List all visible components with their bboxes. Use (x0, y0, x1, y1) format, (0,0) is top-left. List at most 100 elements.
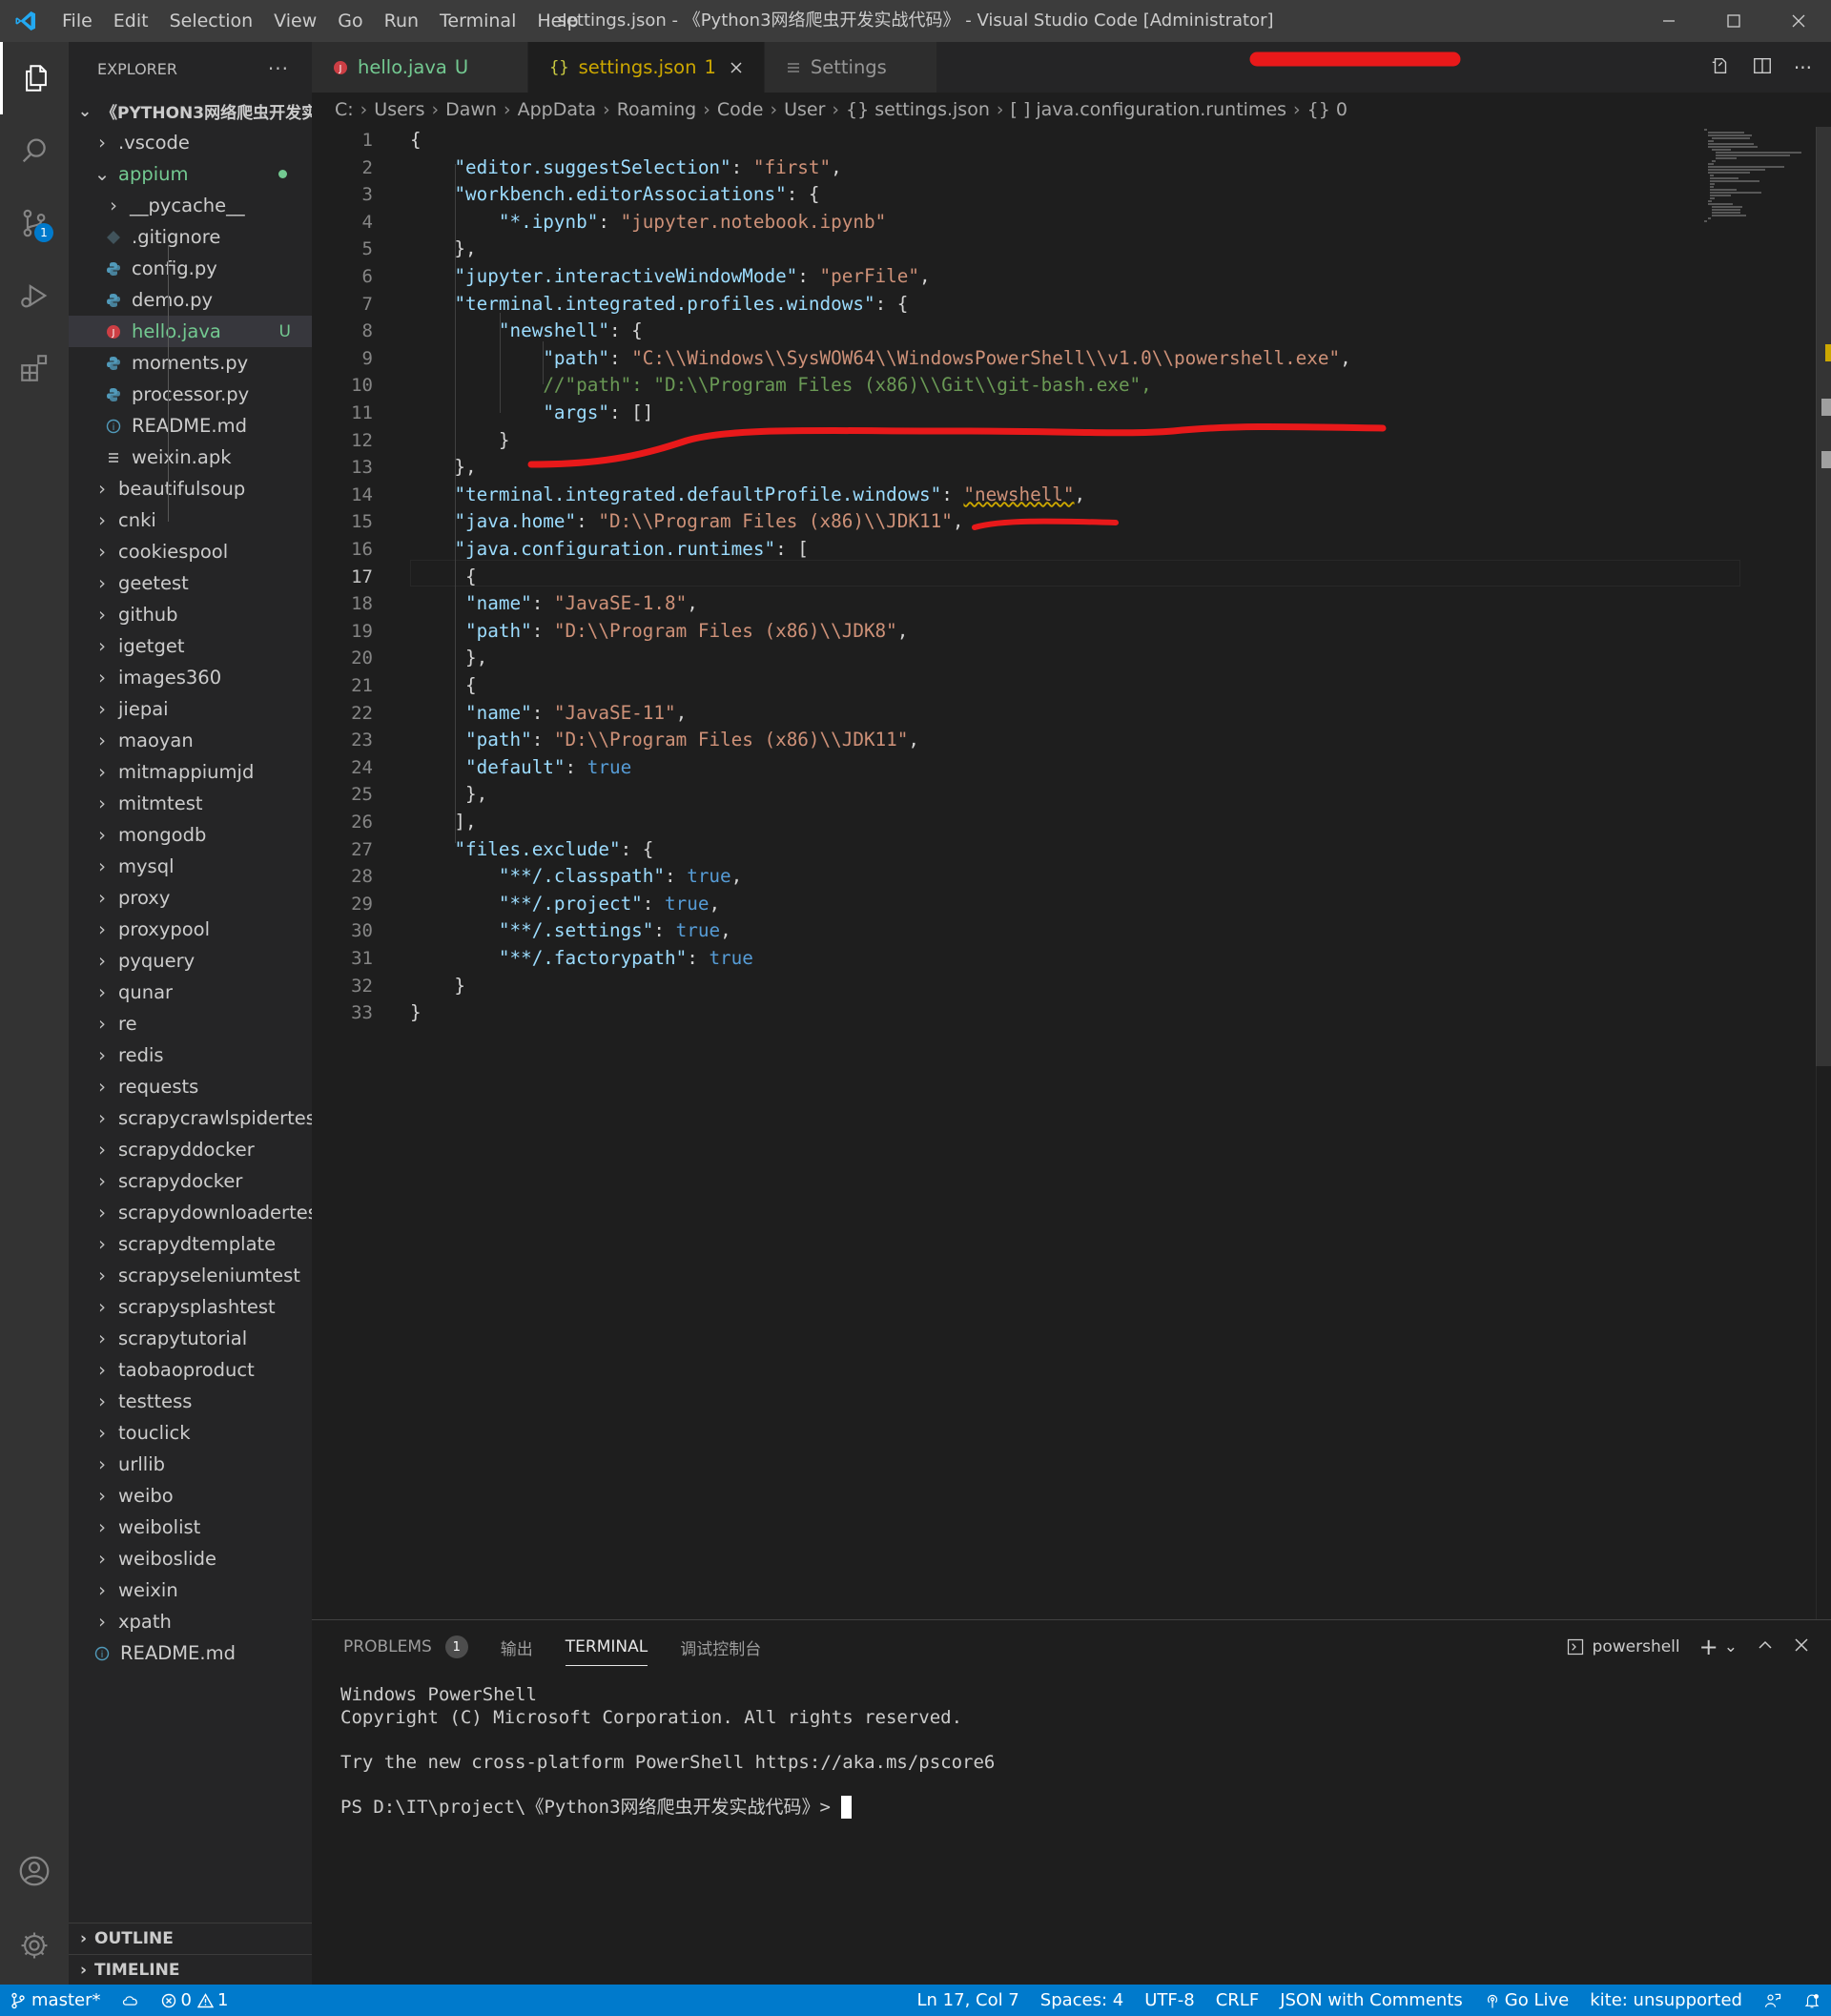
problems-indicator[interactable]: 0 1 (151, 1990, 238, 2010)
menu-edit[interactable]: Edit (103, 0, 159, 42)
workspace-root[interactable]: ⌄ 《PYTHON3网络爬虫开发实... (69, 95, 312, 127)
breadcrumb-item[interactable]: AppData (518, 99, 597, 120)
tree-item[interactable]: › taobaoproduct (69, 1354, 312, 1386)
extensions-activity-icon[interactable] (0, 332, 69, 404)
tree-item[interactable]: › geetest (69, 567, 312, 599)
breadcrumb-item[interactable]: Dawn (445, 99, 497, 120)
go-live-button[interactable]: Go Live (1473, 1990, 1579, 2010)
tree-item[interactable]: › .vscode (69, 127, 312, 158)
outline-section[interactable]: › OUTLINE (69, 1923, 312, 1954)
run-debug-activity-icon[interactable] (0, 259, 69, 332)
tree-item[interactable]: › qunar (69, 977, 312, 1008)
menu-view[interactable]: View (263, 0, 327, 42)
tree-item[interactable]: .gitignore (69, 221, 312, 253)
tree-item[interactable]: › proxypool (69, 914, 312, 945)
close-window-icon[interactable] (1766, 0, 1831, 42)
tree-item[interactable]: › re (69, 1008, 312, 1039)
tree-item[interactable]: config.py (69, 253, 312, 284)
tree-item[interactable]: › redis (69, 1039, 312, 1071)
tree-item[interactable]: weixin.apk (69, 442, 312, 473)
breadcrumb-item[interactable]: {} 0 (1307, 99, 1348, 120)
tree-item[interactable]: › weiboslide (69, 1543, 312, 1574)
editor-more-icon[interactable]: ··· (1794, 56, 1812, 79)
menu-go[interactable]: Go (327, 0, 373, 42)
notifications-bell-icon[interactable] (1793, 1991, 1831, 2010)
minimize-icon[interactable] (1636, 0, 1701, 42)
tree-item[interactable]: ⌄ appium (69, 158, 312, 190)
code-editor[interactable]: 1 {2 "editor.suggestSelection": "first", 3… (312, 127, 1831, 1619)
tree-item[interactable]: processor.py (69, 379, 312, 410)
tree-item[interactable]: i README.md (69, 410, 312, 442)
terminal-output[interactable]: Windows PowerShell Copyright (C) Microsof… (340, 1683, 995, 1819)
menu-terminal[interactable]: Terminal (429, 0, 526, 42)
tree-item[interactable]: Jhello.java U (69, 316, 312, 347)
panel-tab[interactable]: PROBLEMS 1 (343, 1620, 468, 1674)
split-editor-icon[interactable] (1752, 55, 1773, 80)
breadcrumb-item[interactable]: C: (335, 99, 354, 120)
source-control-activity-icon[interactable]: 1 (0, 187, 69, 259)
breadcrumb-item[interactable]: Code (717, 99, 764, 120)
tree-item[interactable]: › mitmtest (69, 788, 312, 819)
tree-item[interactable]: › mongodb (69, 819, 312, 851)
tab-settings-json[interactable]: {} settings.json 1 (528, 42, 765, 93)
tree-item[interactable]: › weibo (69, 1480, 312, 1512)
tree-item[interactable]: › scrapytutorial (69, 1323, 312, 1354)
tree-item[interactable]: › touclick (69, 1417, 312, 1449)
tree-item[interactable]: › jiepai (69, 693, 312, 725)
editor-scrollbar-thumb[interactable] (1816, 127, 1831, 1066)
search-activity-icon[interactable] (0, 114, 69, 187)
tree-item[interactable]: › cnki (69, 504, 312, 536)
panel-tab[interactable]: 调试控制台 (680, 1620, 761, 1674)
manage-gear-icon[interactable] (0, 1909, 69, 1982)
tree-item[interactable]: › scrapysplashtest (69, 1291, 312, 1323)
tree-item[interactable]: › pyquery (69, 945, 312, 977)
timeline-section[interactable]: › TIMELINE (69, 1954, 312, 1985)
tree-item[interactable]: › maoyan (69, 725, 312, 756)
tree-item[interactable]: › testtess (69, 1386, 312, 1417)
open-preview-icon[interactable] (1710, 55, 1731, 80)
close-panel-icon[interactable] (1793, 1636, 1810, 1658)
feedback-icon[interactable] (1753, 1991, 1793, 2010)
panel-tab[interactable]: TERMINAL (565, 1620, 648, 1674)
tree-item[interactable]: › github (69, 599, 312, 630)
tree-item[interactable]: i README.md (69, 1637, 312, 1669)
tree-item[interactable]: › scrapydtemplate (69, 1228, 312, 1260)
end-of-line[interactable]: CRLF (1205, 1990, 1269, 2010)
tree-item[interactable]: › scrapycrawlspidertest (69, 1102, 312, 1134)
editor-scrollbar[interactable] (1816, 127, 1831, 1619)
tree-item[interactable]: › beautifulsoup (69, 473, 312, 504)
cursor-position[interactable]: Ln 17, Col 7 (907, 1990, 1030, 2010)
tree-item[interactable]: › __pycache__ (69, 190, 312, 221)
tree-item[interactable]: › igetget (69, 630, 312, 662)
tree-item[interactable]: › cookiespool (69, 536, 312, 567)
tree-item[interactable]: › weibolist (69, 1512, 312, 1543)
tree-item[interactable]: › images360 (69, 662, 312, 693)
menu-run[interactable]: Run (374, 0, 429, 42)
indentation[interactable]: Spaces: 4 (1030, 1990, 1134, 2010)
tree-item[interactable]: › scrapyddocker (69, 1134, 312, 1165)
more-actions-icon[interactable]: ··· (268, 57, 289, 80)
tree-item[interactable]: › xpath (69, 1606, 312, 1637)
account-activity-icon[interactable] (0, 1835, 69, 1907)
tree-item[interactable]: › scrapyseleniumtest (69, 1260, 312, 1291)
tab-hello-java[interactable]: Jhello.java U (312, 42, 529, 93)
tree-item[interactable]: › requests (69, 1071, 312, 1102)
tree-item[interactable]: › scrapydownloadertest (69, 1197, 312, 1228)
language-mode[interactable]: JSON with Comments (1269, 1990, 1473, 2010)
breadcrumb-item[interactable]: Roaming (617, 99, 697, 120)
kite-status[interactable]: kite: unsupported (1579, 1990, 1753, 2010)
maximize-icon[interactable] (1701, 0, 1766, 42)
breadcrumb-item[interactable]: User (784, 99, 825, 120)
menu-help[interactable]: Help (526, 0, 588, 42)
terminal-selector[interactable]: powershell (1566, 1637, 1680, 1656)
chevron-down-icon[interactable]: ⌄ (1724, 1637, 1738, 1656)
breadcrumb-item[interactable]: [ ] java.configuration.runtimes (1010, 99, 1286, 120)
tree-item[interactable]: › mysql (69, 851, 312, 882)
new-terminal-icon[interactable]: + (1699, 1634, 1718, 1660)
menu-file[interactable]: File (51, 0, 103, 42)
tree-item[interactable]: › weixin (69, 1574, 312, 1606)
tab-settings[interactable]: Settings (764, 42, 937, 93)
tree-item[interactable]: demo.py (69, 284, 312, 316)
explorer-activity-icon[interactable] (0, 42, 69, 114)
tree-item[interactable]: › urllib (69, 1449, 312, 1480)
